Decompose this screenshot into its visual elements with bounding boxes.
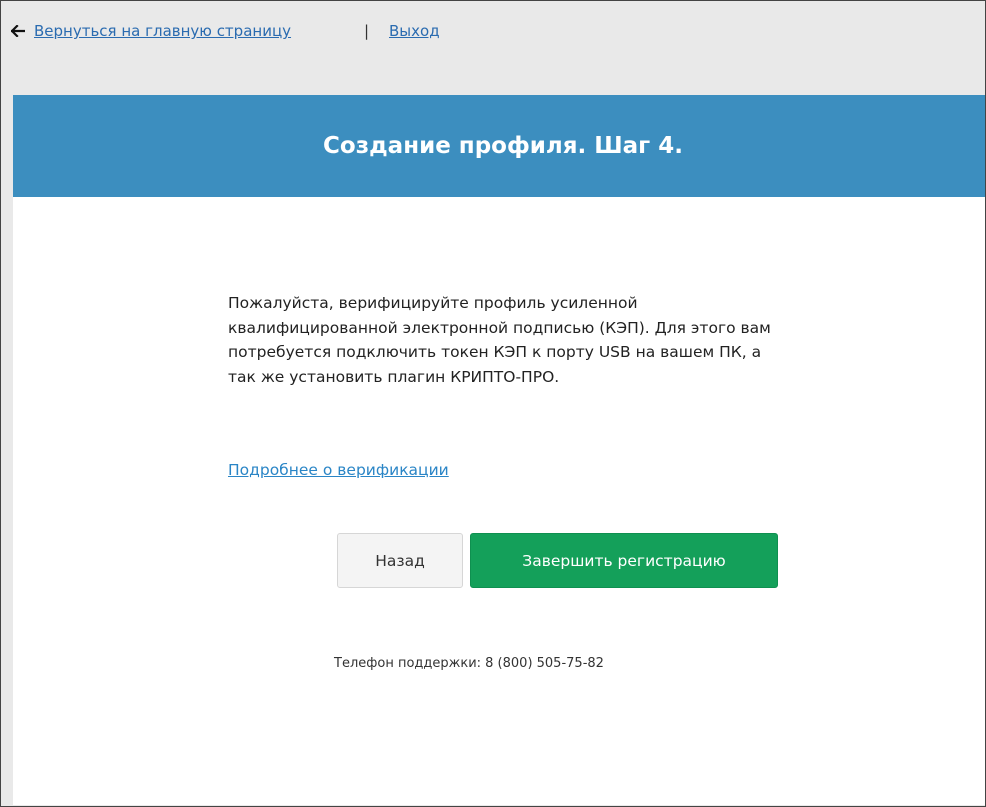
registration-card: Создание профиля. Шаг 4. Пожалуйста, вер…	[13, 95, 985, 805]
window-frame: Вернуться на главную страницу | Выход Со…	[0, 0, 986, 807]
verification-info-link[interactable]: Подробнее о верификации	[228, 459, 449, 481]
home-link[interactable]: Вернуться на главную страницу	[34, 21, 291, 41]
finish-registration-button[interactable]: Завершить регистрацию	[470, 533, 778, 588]
page-title: Создание профиля. Шаг 4.	[323, 133, 683, 159]
top-navigation-bar: Вернуться на главную страницу | Выход	[1, 1, 985, 95]
nav-separator: |	[364, 22, 370, 40]
back-button[interactable]: Назад	[337, 533, 463, 588]
logout-link[interactable]: Выход	[389, 21, 440, 41]
card-header: Создание профиля. Шаг 4.	[13, 95, 985, 197]
verification-description: Пожалуйста, верифицируйте профиль усилен…	[228, 294, 771, 386]
arrow-left-icon[interactable]	[11, 25, 25, 37]
support-phone: Телефон поддержки: 8 (800) 505-75-82	[334, 656, 604, 671]
